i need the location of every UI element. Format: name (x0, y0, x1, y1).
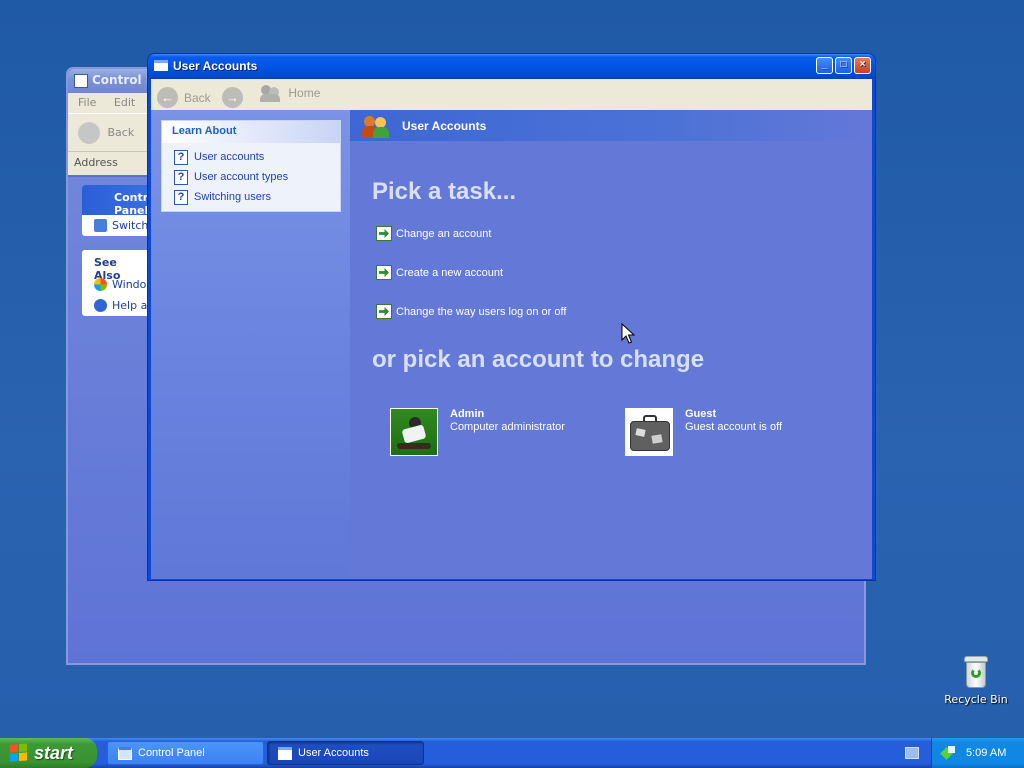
title-buttons: _ □ × (816, 57, 871, 74)
main-pane: User Accounts Pick a task... Change an a… (350, 110, 872, 579)
left-pane: Learn About ? User accounts ? User accou… (151, 110, 350, 579)
cp-tasks-box: Control Panel Switch (82, 185, 152, 236)
task-label: Change an account (396, 227, 492, 240)
back-arrow-icon: ← (157, 87, 178, 108)
home-label: Home (288, 86, 321, 100)
learn-item-account-types[interactable]: ? User account types (162, 167, 340, 187)
user-accounts-titlebar[interactable]: User Accounts _ □ × (148, 54, 875, 79)
cp-see-also-windows-update[interactable]: Windows (82, 274, 152, 295)
suitcase-avatar-icon (625, 408, 673, 456)
windows-logo-icon (10, 743, 28, 762)
minimize-button[interactable]: _ (816, 57, 833, 74)
taskbar-button-user-accounts[interactable]: User Accounts (267, 741, 424, 765)
learn-item-label: Switching users (194, 191, 272, 203)
control-panel-icon (74, 74, 88, 88)
main-header-title: User Accounts (402, 118, 487, 133)
green-arrow-icon (376, 304, 392, 319)
account-description: Computer administrator (450, 421, 565, 433)
window-icon (278, 746, 292, 760)
windows-update-icon (94, 278, 107, 291)
control-panel-left-pane: Control Panel Switch See Also Windows (82, 185, 152, 330)
learn-about-header: Learn About (162, 121, 340, 143)
menu-edit[interactable]: Edit (114, 96, 135, 109)
menu-file[interactable]: File (78, 96, 96, 109)
task-label: Create a new account (396, 266, 504, 279)
address-label: Address (74, 156, 118, 169)
user-accounts-window[interactable]: User Accounts _ □ × ← Back → Home Learn … (147, 53, 876, 581)
help-question-icon: ? (174, 169, 188, 185)
main-header: User Accounts (350, 110, 872, 141)
clock[interactable]: 5:09 AM (966, 747, 1006, 759)
close-button[interactable]: × (854, 57, 871, 74)
learn-item-switching-users[interactable]: ? Switching users (162, 187, 340, 207)
recycle-bin-shortcut[interactable]: Recycle Bin (940, 656, 1012, 706)
green-arrow-icon (376, 226, 392, 241)
help-question-icon: ? (174, 149, 188, 165)
account-description: Guest account is off (685, 421, 783, 433)
switch-view-icon (94, 219, 107, 232)
start-label: start (34, 742, 74, 763)
cp-task-switch-label: Switch (112, 219, 149, 232)
system-tray: 5:09 AM (931, 738, 1024, 768)
learn-item-user-accounts[interactable]: ? User accounts (162, 147, 340, 167)
pick-account-heading: or pick an account to change (372, 346, 705, 373)
account-name: Guest (685, 408, 717, 420)
help-question-icon: ? (174, 189, 188, 205)
forward-arrow-icon: → (222, 87, 244, 108)
taskbar-button-label: User Accounts (298, 747, 369, 759)
help-icon (94, 299, 107, 312)
cp-back-icon[interactable] (78, 122, 100, 144)
back-button[interactable]: ← Back (157, 87, 211, 108)
cp-task-switch[interactable]: Switch (82, 215, 152, 236)
task-create-account[interactable]: Create a new account (376, 265, 503, 280)
user-accounts-title: User Accounts (173, 59, 258, 73)
cp-see-also-help-label: Help and (112, 299, 152, 312)
pick-task-heading: Pick a task... (372, 178, 517, 205)
taskbar-button-label: Control Panel (138, 747, 205, 759)
cp-see-also-windows-label: Windows (112, 278, 152, 291)
back-label: Back (184, 90, 211, 105)
control-panel-icon (118, 746, 132, 760)
cp-see-also-help[interactable]: Help and (82, 295, 152, 316)
taskbar-button-control-panel[interactable]: Control Panel (107, 741, 264, 765)
account-admin[interactable]: Admin Computer administrator (390, 408, 565, 456)
learn-item-label: User accounts (194, 151, 265, 163)
home-button[interactable]: Home (260, 84, 320, 102)
recycle-bin-icon (962, 656, 990, 688)
task-label: Change the way users log on or off (396, 305, 567, 318)
cp-back-label[interactable]: Back (108, 126, 135, 139)
home-users-icon (260, 84, 282, 102)
task-change-logon[interactable]: Change the way users log on or off (376, 304, 566, 319)
maximize-button[interactable]: □ (835, 57, 852, 74)
recycle-bin-label: Recycle Bin (944, 693, 1008, 706)
user-accounts-icon (362, 114, 392, 138)
window-icon (154, 60, 168, 71)
skateboarder-avatar-icon (390, 408, 438, 456)
learn-about-box: Learn About ? User accounts ? User accou… (161, 120, 341, 212)
forward-button[interactable]: → (222, 87, 249, 108)
green-arrow-icon (376, 265, 392, 280)
learn-about-list: ? User accounts ? User account types ? S… (162, 143, 340, 211)
user-accounts-content: Learn About ? User accounts ? User accou… (151, 110, 872, 579)
cp-see-also-header: See Also (82, 250, 152, 282)
task-change-account[interactable]: Change an account (376, 226, 491, 241)
start-button[interactable]: start (0, 738, 97, 768)
account-guest[interactable]: Guest Guest account is off (625, 408, 782, 456)
learn-item-label: User account types (194, 171, 289, 183)
desktop: Recycle Bin Control Panel File Edit Back… (0, 0, 1024, 738)
cp-tasks-header: Control Panel (82, 185, 152, 217)
keyboard-language-icon[interactable] (905, 747, 919, 759)
navigation-bar: ← Back → Home (151, 79, 872, 110)
network-icon[interactable] (942, 746, 956, 760)
taskbar: start Control Panel User Accounts 5:09 A… (0, 738, 1024, 768)
cp-see-also-box: See Also Windows Help and (82, 250, 152, 316)
account-name: Admin (450, 408, 485, 420)
